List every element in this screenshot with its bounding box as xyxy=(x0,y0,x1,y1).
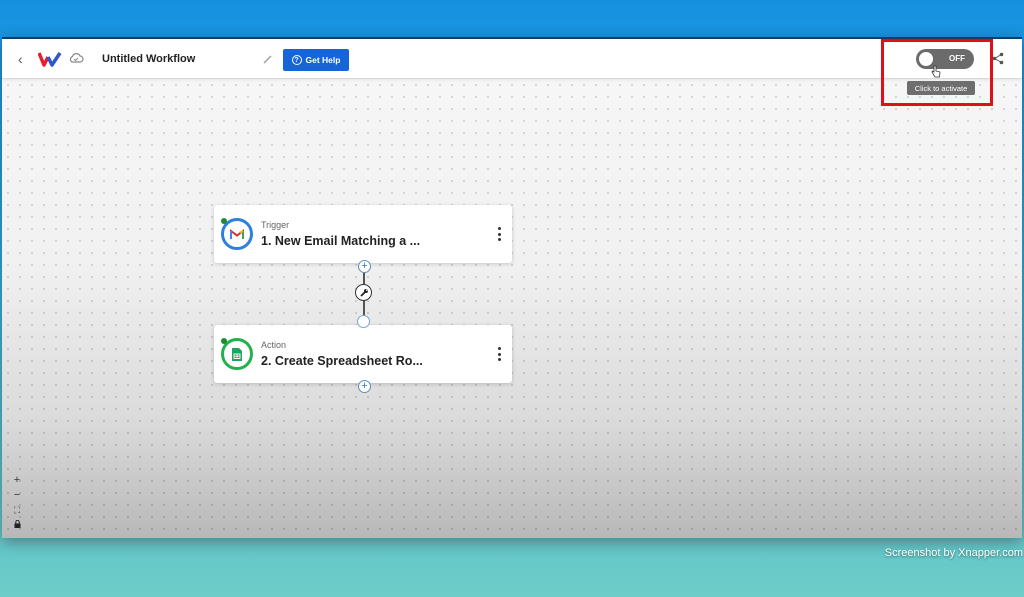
top-bar: ‹ Untitled Workflow ? Get Help OFF xyxy=(2,39,1022,79)
hand-cursor-icon xyxy=(931,65,941,78)
status-dot xyxy=(221,218,227,224)
action-node[interactable]: Action 2. Create Spreadsheet Ro... xyxy=(214,325,512,383)
toggle-state-label: OFF xyxy=(949,54,965,63)
back-button[interactable]: ‹ xyxy=(18,51,23,67)
workflow-canvas[interactable]: Trigger 1. New Email Matching a ... + Ac… xyxy=(2,79,1022,538)
more-vertical-icon[interactable] xyxy=(496,347,502,361)
watermark: Screenshot by Xnapper.com xyxy=(884,547,1023,559)
activate-toggle[interactable]: OFF xyxy=(916,49,974,69)
app-window: ‹ Untitled Workflow ? Get Help OFF Click… xyxy=(2,37,1022,538)
wrench-icon[interactable] xyxy=(355,284,372,301)
get-help-label: Get Help xyxy=(305,55,341,65)
node-name: 2. Create Spreadsheet Ro... xyxy=(261,354,423,368)
share-icon[interactable] xyxy=(992,52,1004,65)
zoom-in-button[interactable]: + xyxy=(10,473,24,488)
add-step-button[interactable]: + xyxy=(358,260,371,273)
pencil-icon[interactable] xyxy=(262,53,274,65)
node-name: 1. New Email Matching a ... xyxy=(261,234,421,248)
zoom-controls: + − ⛶ xyxy=(10,473,24,533)
zoom-out-button[interactable]: − xyxy=(10,488,24,503)
activate-tooltip: Click to activate xyxy=(907,81,975,95)
fit-view-button[interactable]: ⛶ xyxy=(10,503,24,518)
get-help-button[interactable]: ? Get Help xyxy=(283,49,349,71)
lock-button[interactable] xyxy=(10,518,24,533)
more-vertical-icon[interactable] xyxy=(496,227,502,241)
status-dot xyxy=(221,338,227,344)
add-step-button[interactable]: + xyxy=(358,380,371,393)
cloud-icon xyxy=(69,53,84,63)
workflow-title[interactable]: Untitled Workflow xyxy=(102,53,195,65)
node-kind: Trigger xyxy=(261,220,290,230)
connector-endpoint xyxy=(357,315,370,328)
toggle-knob xyxy=(919,52,933,66)
brand-logo-icon xyxy=(38,52,62,67)
question-circle-icon: ? xyxy=(291,55,302,65)
node-kind: Action xyxy=(261,340,287,350)
trigger-node[interactable]: Trigger 1. New Email Matching a ... xyxy=(214,205,512,263)
